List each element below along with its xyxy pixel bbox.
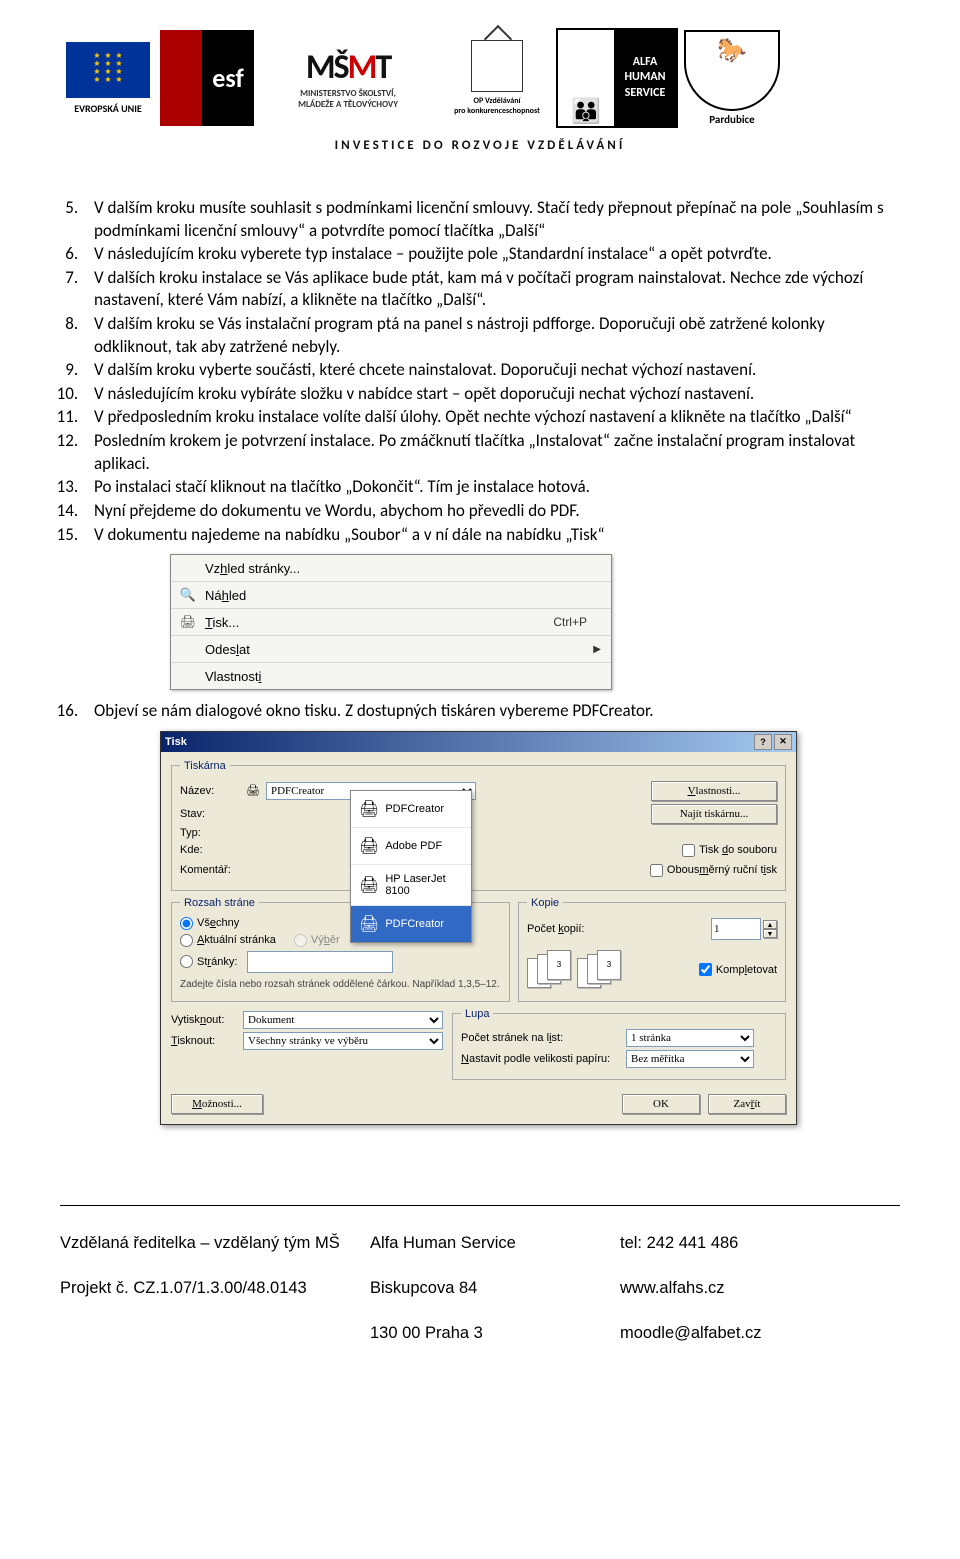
eu-label: EVROPSKÁ UNIE: [74, 102, 142, 115]
footer-email: moodle@alfabet.cz: [620, 1324, 900, 1343]
menu-item-preview[interactable]: 🔍 Náhled: [171, 582, 611, 609]
print-to-file-checkbox[interactable]: Tisk do souboru: [682, 844, 777, 857]
printer-legend: Tiskárna: [180, 760, 230, 772]
footer-address: Biskupcova 84: [370, 1279, 620, 1298]
printer-option[interactable]: 🖨PDFCreator: [351, 791, 471, 828]
copies-label: Počet kopií:: [527, 923, 584, 935]
scale-select[interactable]: Bez měřítka: [626, 1050, 754, 1068]
help-button[interactable]: ?: [754, 734, 772, 750]
close-button[interactable]: Zavřít: [708, 1094, 786, 1114]
menu-shortcut: Ctrl+P: [553, 615, 587, 629]
printer-fieldset: Tiskárna Název: 🖨 PDFCreator Vlastnosti.…: [171, 760, 786, 891]
menu-item-properties[interactable]: Vlastnosti: [171, 663, 611, 689]
printer-where-label: Kde:: [180, 844, 246, 856]
instruction-list: V dalším kroku musíte souhlasit s podmín…: [60, 197, 900, 546]
footer-web: www.alfahs.cz: [620, 1279, 900, 1298]
find-printer-button[interactable]: Najít tiskárnu...: [651, 804, 777, 824]
printer-option-selected[interactable]: 🖨PDFCreator: [351, 906, 471, 942]
list-item: V dalším kroku se Vás instalační program…: [82, 313, 900, 358]
printer-dropdown-list[interactable]: 🖨PDFCreator 🖨Adobe PDF 🖨HP LaserJet 8100…: [350, 790, 472, 943]
pages-per-sheet-select[interactable]: 1 stránka: [626, 1029, 754, 1047]
collate-checkbox[interactable]: Kompletovat: [699, 963, 777, 976]
copies-input[interactable]: [711, 918, 761, 940]
dialog-title: Tisk: [165, 736, 187, 748]
menu-item-send[interactable]: Odeslat ▶: [171, 636, 611, 663]
list-item: V dalším kroku musíte souhlasit s podmín…: [82, 197, 900, 242]
invest-tagline: INVESTICE DO ROZVOJE VZDĚLÁVÁNÍ: [60, 138, 900, 153]
list-item: V následujícím kroku vyberete typ instal…: [82, 243, 900, 266]
printer-type-label: Typ:: [180, 827, 246, 839]
list-item: V dokumentu najedeme na nabídku „Soubor“…: [82, 524, 900, 547]
print-what-select[interactable]: Dokument: [243, 1011, 443, 1029]
footer-org: Alfa Human Service: [370, 1234, 620, 1253]
copies-fieldset: Kopie Počet kopií: ▲ ▼ 1 2: [518, 897, 786, 1002]
copies-down-button[interactable]: ▼: [763, 929, 777, 938]
print-pages-label: Tisknout:: [171, 1035, 243, 1047]
range-note: Zadejte čísla nebo rozsah stránek odděle…: [180, 975, 501, 990]
printer-option[interactable]: 🖨HP LaserJet 8100: [351, 865, 471, 906]
copies-legend: Kopie: [527, 897, 563, 909]
ok-button[interactable]: OK: [622, 1094, 700, 1114]
footer-city: 130 00 Praha 3: [370, 1324, 620, 1343]
page-footer: Vzdělaná ředitelka – vzdělaný tým MŠ Alf…: [60, 1205, 900, 1343]
range-pages-radio[interactable]: Stránky:: [180, 951, 501, 973]
printer-name-label: Název:: [180, 785, 246, 797]
logo-strip: EVROPSKÁ UNIE esf MŠMT MINISTERSTVO ŠKOL…: [60, 28, 900, 128]
print-pages-select[interactable]: Všechny stránky ve výběru: [243, 1032, 443, 1050]
range-current-radio[interactable]: Aktuální stránka: [180, 934, 276, 947]
footer-project-title: Vzdělaná ředitelka – vzdělaný tým MŠ: [60, 1234, 370, 1253]
list-item: V předposledním kroku instalace volíte d…: [82, 406, 900, 429]
printer-option[interactable]: 🖨Adobe PDF: [351, 828, 471, 865]
printer-state-label: Stav:: [180, 808, 246, 820]
opvk-logo: OP Vzdělávání pro konkurenceschopnost: [442, 30, 552, 126]
list-item: V dalším kroku vyberte součásti, které c…: [82, 359, 900, 382]
list-item: V dalších kroku instalace se Vás aplikac…: [82, 267, 900, 312]
pages-per-sheet-label: Počet stránek na list:: [461, 1032, 626, 1044]
magnify-fieldset: Lupa Počet stránek na list: 1 stránka Na…: [452, 1008, 786, 1080]
copies-up-button[interactable]: ▲: [763, 920, 777, 929]
eu-logo: EVROPSKÁ UNIE: [60, 30, 156, 126]
menu-item-print[interactable]: 🖨 Tisk... Ctrl+P: [171, 609, 611, 636]
collate-icon: 1 2 3: [527, 950, 577, 990]
printer-comment-label: Komentář:: [180, 864, 246, 876]
print-icon: 🖨: [177, 614, 199, 630]
menu-item-page-setup[interactable]: Vzhled stránky...: [171, 555, 611, 582]
collate-icon: 1 2 3: [577, 950, 627, 990]
preview-icon: 🔍: [177, 587, 199, 603]
footer-project-num: Projekt č. CZ.1.07/1.3.00/48.0143: [60, 1279, 370, 1298]
print-dialog-screenshot: Tisk ? ✕ Tiskárna Název: 🖨 PDFCreator Vl…: [160, 731, 797, 1125]
range-selection-radio: Výběr: [294, 934, 340, 947]
close-icon[interactable]: ✕: [774, 734, 792, 750]
list-item: Po instalaci stačí kliknout na tlačítko …: [82, 476, 900, 499]
manual-duplex-checkbox[interactable]: Obousměrný ruční tisk: [650, 864, 777, 877]
scale-label: Nastavit podle velikosti papíru:: [461, 1053, 626, 1065]
footer-tel: tel: 242 441 486: [620, 1234, 900, 1253]
print-what-label: Vytisknout:: [171, 1014, 243, 1026]
list-item: Objeví se nám dialogové okno tisku. Z do…: [82, 700, 900, 723]
dialog-title-bar: Tisk ? ✕: [161, 732, 796, 752]
magnify-legend: Lupa: [461, 1008, 493, 1020]
pardubice-logo: 🐎 Pardubice: [682, 30, 782, 126]
list-item: Posledním krokem je potvrzení instalace.…: [82, 430, 900, 475]
file-menu-screenshot: Vzhled stránky... 🔍 Náhled 🖨 Tisk... Ctr…: [170, 554, 612, 690]
options-button[interactable]: Možnosti...: [171, 1094, 263, 1114]
list-item: V následujícím kroku vybíráte složku v n…: [82, 383, 900, 406]
esf-logo: esf: [160, 30, 254, 126]
msmt-logo: MŠMT MINISTERSTVO ŠKOLSTVÍ, MLÁDEŽE A TĚ…: [258, 30, 438, 126]
range-pages-input[interactable]: [247, 951, 393, 973]
range-legend: Rozsah stráne: [180, 897, 259, 909]
ahs-logo: 👪 ALFA HUMAN SERVICE: [556, 28, 678, 128]
list-item: Nyní přejdeme do dokumentu ve Wordu, aby…: [82, 500, 900, 523]
properties-button[interactable]: Vlastnosti...: [651, 781, 777, 801]
